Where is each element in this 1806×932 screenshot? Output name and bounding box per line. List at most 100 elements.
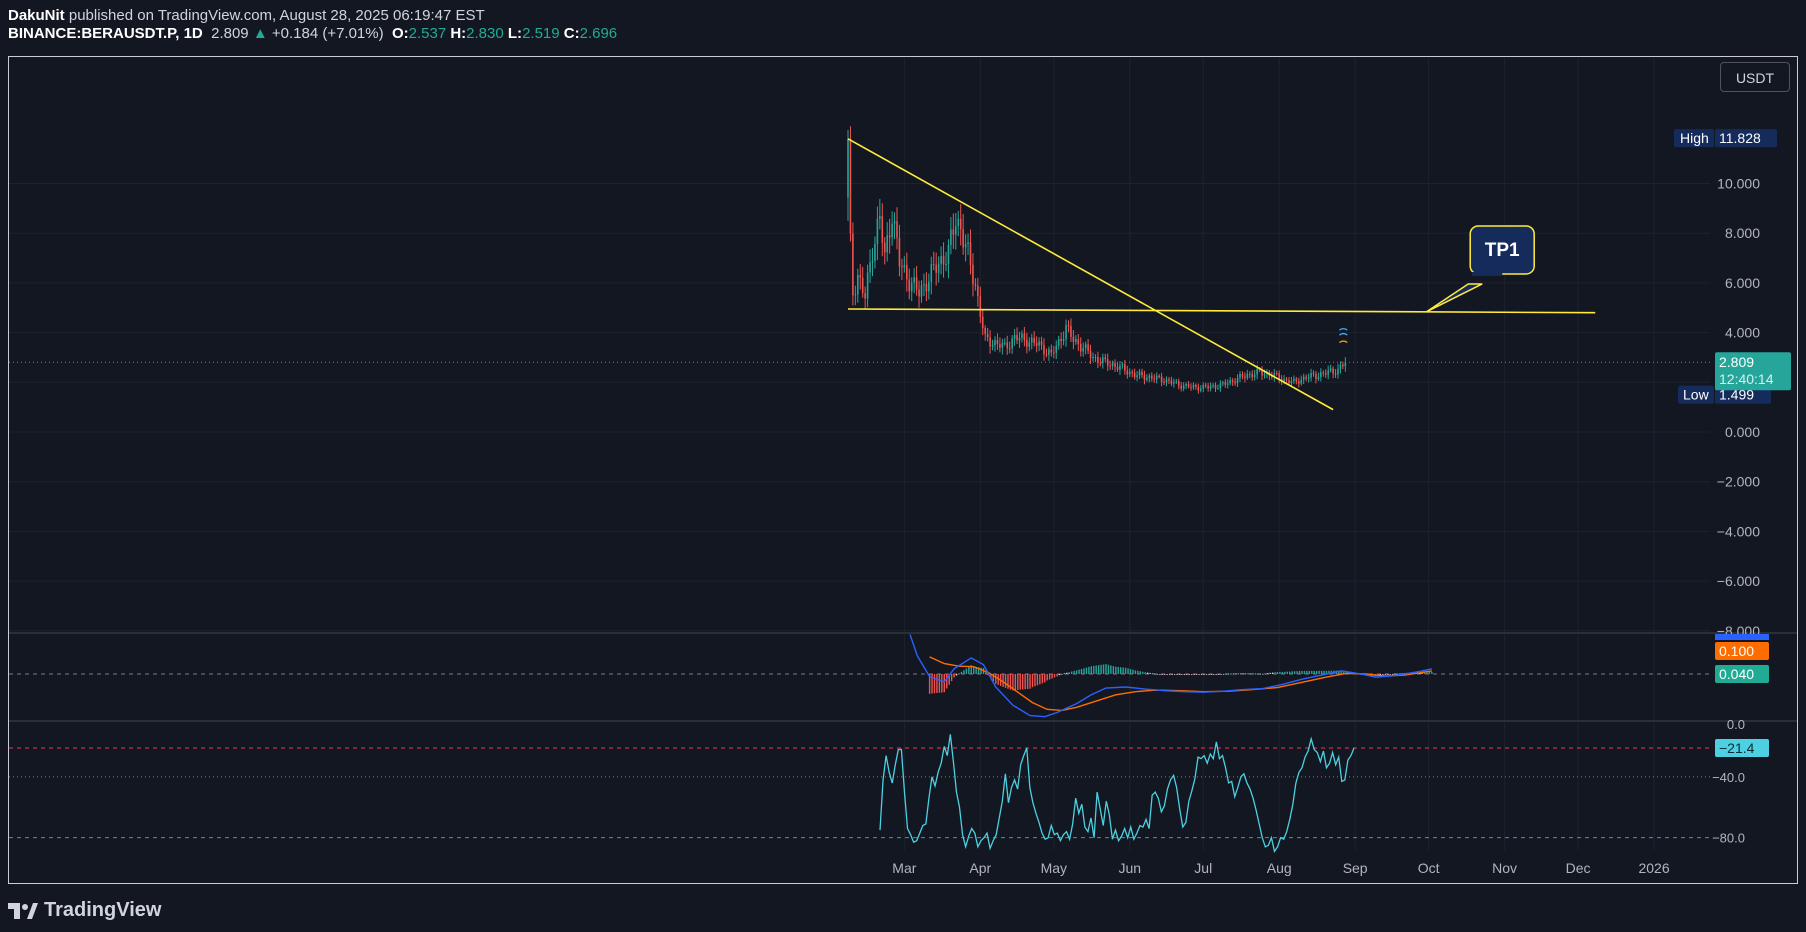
candle-body <box>1043 344 1045 355</box>
candle-body <box>1045 354 1048 356</box>
macd-histogram-bar <box>1093 665 1095 674</box>
candle-body <box>1053 352 1055 354</box>
candle-body <box>937 263 940 273</box>
candle-body <box>1244 376 1246 378</box>
candle-body <box>1197 386 1200 391</box>
macd-histogram-bar <box>1394 673 1396 675</box>
candle-body <box>930 264 933 282</box>
high-label: High <box>1680 130 1709 146</box>
macd-histogram-bar <box>1046 674 1048 681</box>
macd-histogram-bar <box>1188 674 1190 675</box>
x-tick-label: Jun <box>1118 860 1141 876</box>
macd-histogram-bar <box>1014 674 1017 691</box>
macd-histogram-bar <box>1318 670 1320 674</box>
candle-body <box>1339 364 1342 369</box>
candle-body <box>1057 339 1060 346</box>
candle-body <box>1151 375 1153 379</box>
candle-body <box>1092 356 1094 358</box>
macd-histogram-bar <box>1384 674 1386 675</box>
price-candles <box>847 126 1347 394</box>
candle-body <box>852 233 854 296</box>
candle-body <box>979 296 982 317</box>
macd-histogram-bar <box>1311 670 1313 674</box>
candle-body <box>1187 383 1190 387</box>
candle-body <box>923 284 925 286</box>
macd-histogram-bar <box>1071 671 1073 674</box>
candle-body <box>849 138 852 234</box>
macd-histogram-bar <box>1262 673 1264 675</box>
chart-canvas[interactable]: TP1 10.0008.0006.0004.0002.0000.000−2.00… <box>0 0 1806 932</box>
macd-histogram-bar <box>1134 670 1137 674</box>
macd-histogram-bar <box>1019 674 1021 690</box>
candle-body <box>1004 342 1006 344</box>
candle-body <box>1072 336 1075 342</box>
candle-body <box>1030 337 1033 343</box>
macd-histogram-bar <box>1301 670 1303 674</box>
candle-body <box>1099 362 1102 364</box>
macd-histogram-bar <box>1286 671 1288 674</box>
macd-histogram-bar <box>1056 674 1058 677</box>
macd-histogram-bar <box>1090 666 1092 674</box>
candle-body <box>1253 374 1256 378</box>
macd-histogram-bar <box>1284 671 1286 674</box>
macd-histogram-bar <box>941 674 943 693</box>
macd-signal-line <box>929 656 1432 712</box>
candle-body <box>964 243 967 248</box>
candle-body <box>1060 339 1062 342</box>
macd-histogram-bar <box>1022 674 1024 690</box>
currency-button[interactable]: USDT <box>1720 62 1790 92</box>
candle-body <box>1298 381 1300 384</box>
candle-body <box>947 245 950 265</box>
macd-histogram-bar <box>1316 670 1318 674</box>
candle-body <box>1106 358 1109 366</box>
candle-body <box>1155 375 1158 380</box>
y-tick-label: −4.000 <box>1717 523 1760 539</box>
candle-body <box>977 285 979 297</box>
candle-body <box>989 337 991 347</box>
high-value: 11.828 <box>1719 130 1761 146</box>
macd-histogram-bar <box>1210 674 1213 675</box>
y-tick-label: 10.000 <box>1717 176 1760 192</box>
macd-histogram-bar <box>965 668 968 674</box>
macd-histogram-bar <box>1232 673 1235 675</box>
candle-body <box>1062 339 1065 342</box>
candle-body <box>996 339 999 345</box>
macd-histogram-bar <box>1115 666 1117 674</box>
candle-body <box>1195 385 1197 387</box>
macd-histogram-bar <box>1222 673 1225 675</box>
candle-body <box>910 282 913 292</box>
macd-histogram-bar <box>1004 674 1007 688</box>
candle-body <box>893 221 896 224</box>
candle-body <box>1170 380 1173 384</box>
macd-histogram-bar <box>1198 674 1200 675</box>
macd-histogram-bar <box>1075 670 1078 674</box>
macd-histogram-bar <box>1107 664 1110 674</box>
macd-histogram-bar <box>1117 666 1119 674</box>
macd-histogram-bar <box>1281 671 1284 674</box>
macd-histogram-bar <box>1144 672 1146 674</box>
macd-histogram-bar <box>1026 674 1029 689</box>
candle-body <box>1302 376 1305 380</box>
x-tick-label: Jul <box>1194 860 1212 876</box>
x-tick-label: Dec <box>1566 860 1591 876</box>
candle-body <box>1305 376 1307 379</box>
macd-histogram-bar <box>1313 670 1315 674</box>
macd-histogram-bar <box>938 674 941 693</box>
macd-histogram-bar <box>1242 673 1244 675</box>
macd-histogram-bar <box>1291 671 1293 674</box>
macd-histogram-bar <box>1102 664 1105 674</box>
candle-body <box>1011 338 1013 349</box>
macd-histogram-bar <box>1051 674 1053 679</box>
candle-body <box>1158 375 1160 377</box>
candle-body <box>1018 337 1021 341</box>
candle-body <box>1288 380 1290 384</box>
axis-tags: High 11.828Low 1.4992.80912:40:140.1000.04… <box>1674 129 1791 757</box>
candle-body <box>1104 357 1107 359</box>
candle-body <box>869 262 871 273</box>
candle-body <box>942 256 945 265</box>
drawings[interactable]: TP1 <box>847 138 1596 411</box>
candle-body <box>1133 372 1136 378</box>
x-tick-label: Apr <box>969 860 991 876</box>
macd-histogram-bar <box>1186 674 1188 675</box>
candle-body <box>1209 385 1212 389</box>
